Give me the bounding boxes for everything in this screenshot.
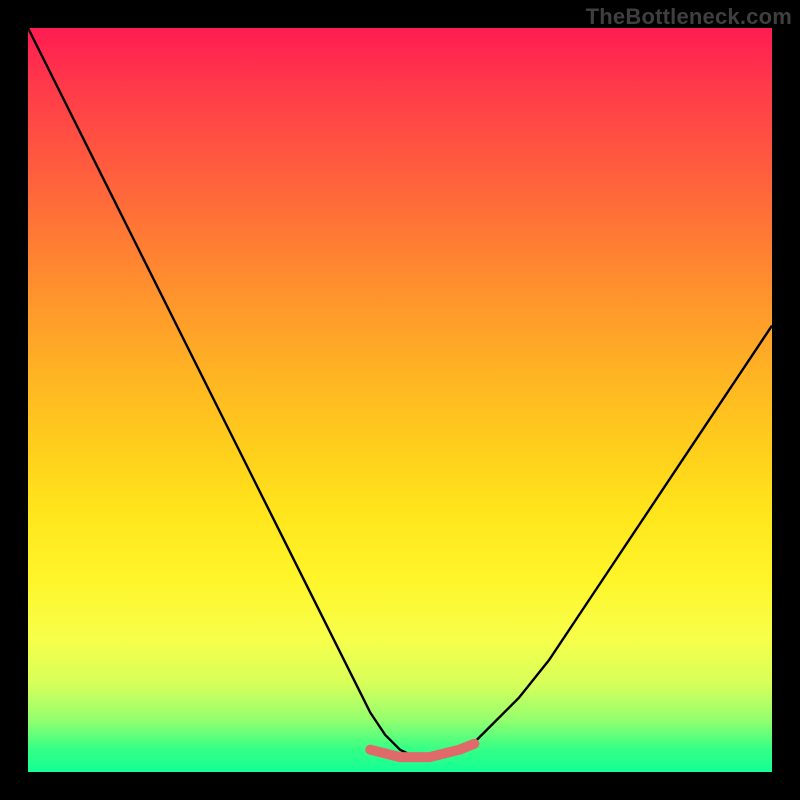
curve-overlay <box>28 28 772 772</box>
flat-bottom-marker <box>370 744 474 757</box>
chart-frame: TheBottleneck.com <box>0 0 800 800</box>
bottleneck-curve <box>28 28 772 757</box>
watermark-text: TheBottleneck.com <box>586 4 792 30</box>
